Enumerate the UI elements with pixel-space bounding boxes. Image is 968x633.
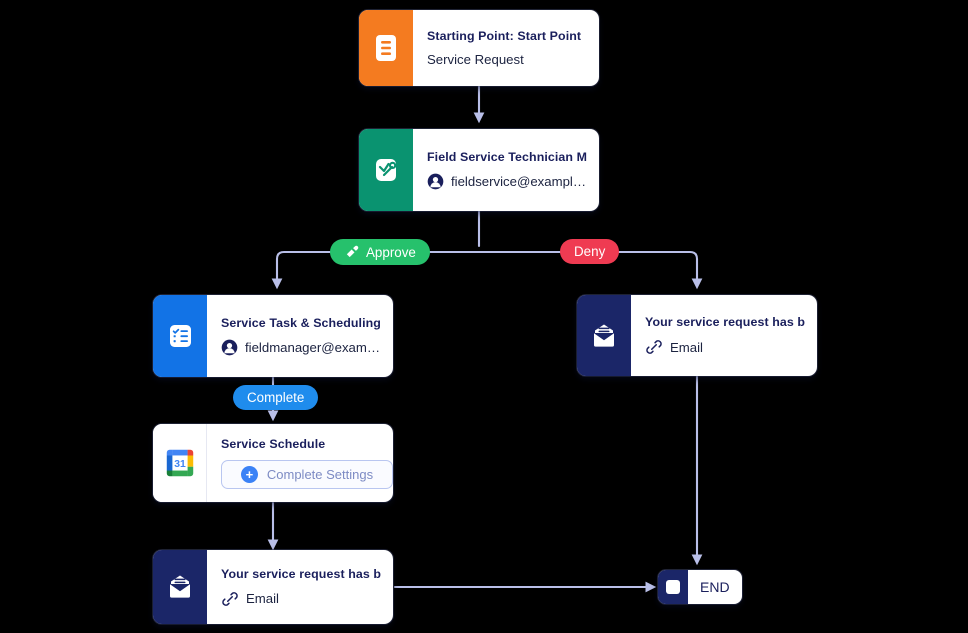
node-title: Service Schedule	[221, 437, 326, 451]
node-title: Your service request has bee...	[645, 315, 805, 329]
google-calendar-icon: 31	[163, 446, 197, 480]
node-field-service-technician-manager[interactable]: Field Service Technician Man... fieldser…	[359, 129, 599, 211]
node-icon-pane	[577, 295, 631, 376]
document-signature-icon	[371, 154, 401, 186]
link-icon	[221, 590, 239, 608]
node-body: Field Service Technician Man... fieldser…	[413, 129, 599, 211]
envelope-icon	[588, 321, 620, 351]
connector-layer	[267, 84, 703, 593]
badge-approve[interactable]: Approve	[330, 239, 430, 265]
node-subtitle: Email	[246, 591, 279, 606]
complete-settings-label: Complete Settings	[266, 467, 374, 482]
node-subtitle: Email	[670, 339, 703, 355]
svg-text:31: 31	[174, 459, 186, 470]
approve-stamp-icon	[344, 244, 360, 260]
badge-complete[interactable]: Complete	[233, 385, 319, 410]
user-avatar-icon	[427, 173, 444, 190]
badge-approve-label: Approve	[366, 244, 416, 260]
node-icon-pane	[153, 295, 207, 377]
document-lines-icon	[372, 32, 400, 64]
node-email-deny[interactable]: Your service request has bee... Email	[577, 295, 817, 376]
node-subtitle: fieldservice@example...	[451, 174, 587, 189]
node-body: Service Task & Scheduling fieldmanager@e…	[207, 295, 393, 377]
complete-settings-button[interactable]: + Complete Settings	[221, 460, 393, 489]
node-icon-pane	[359, 10, 413, 86]
node-subtitle-row: Email	[645, 338, 805, 356]
end-stop-icon	[658, 570, 688, 604]
node-body: Service Schedule + Complete Settings	[207, 424, 393, 502]
link-icon	[645, 338, 663, 356]
node-email-complete[interactable]: Your service request has bee... Email	[153, 550, 393, 624]
plus-circle-icon: +	[240, 466, 258, 483]
user-avatar-icon	[221, 339, 238, 356]
node-title: Service Task & Scheduling	[221, 316, 381, 330]
checklist-icon	[165, 320, 195, 352]
node-body: Starting Point: Start Point Service Requ…	[413, 10, 599, 86]
node-subtitle-row: fieldservice@example...	[427, 173, 587, 190]
badge-complete-label: Complete	[247, 390, 305, 405]
workflow-canvas: Starting Point: Start Point Service Requ…	[0, 0, 968, 633]
node-subtitle: fieldmanager@examp...	[245, 340, 381, 355]
badge-deny[interactable]: Deny	[560, 239, 620, 264]
node-service-schedule[interactable]: 31 Service Schedule + Complete Settings	[153, 424, 393, 502]
end-label: END	[700, 579, 730, 595]
node-subtitle-row: fieldmanager@examp...	[221, 339, 381, 356]
envelope-icon	[164, 572, 196, 602]
node-title: Starting Point: Start Point	[427, 29, 582, 43]
node-icon-pane: 31	[153, 424, 207, 502]
badge-deny-label: Deny	[574, 244, 606, 259]
node-subtitle-row: Email	[221, 590, 381, 608]
node-body: Your service request has bee... Email	[207, 550, 393, 624]
node-icon-pane	[153, 550, 207, 624]
node-end[interactable]: END	[658, 570, 742, 604]
node-title: Field Service Technician Man...	[427, 150, 587, 164]
node-body: Your service request has bee... Email	[631, 295, 817, 376]
node-subtitle: Service Request	[427, 52, 524, 67]
node-title: Your service request has bee...	[221, 566, 381, 581]
node-icon-pane	[359, 129, 413, 211]
node-starting-point[interactable]: Starting Point: Start Point Service Requ…	[359, 10, 599, 86]
node-subtitle-row: Service Request	[427, 52, 587, 67]
node-service-task-scheduling[interactable]: Service Task & Scheduling fieldmanager@e…	[153, 295, 393, 377]
